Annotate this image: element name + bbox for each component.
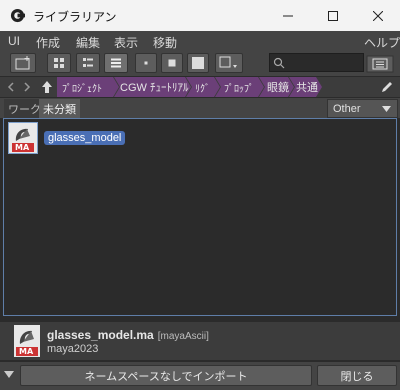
menu-bar: UI 作成 編集 表示 移動 ヘルプ — [0, 31, 400, 51]
title-bar: ライブラリアン — [0, 0, 400, 31]
filter-select-value: Other — [333, 102, 361, 115]
triangle-expand-icon[interactable] — [4, 371, 14, 379]
tab-unclassified[interactable]: 未分類 — [39, 99, 80, 118]
list-item[interactable]: MA glasses_model — [8, 122, 126, 154]
file-name[interactable]: glasses_model — [44, 131, 126, 145]
file-browser: MA glasses_model — [3, 118, 397, 316]
search-icon — [273, 57, 285, 69]
display-options-icon — [219, 56, 237, 68]
minimize-button[interactable] — [265, 0, 310, 31]
minimize-icon — [282, 15, 293, 16]
new-folder-icon — [15, 56, 30, 70]
import-without-namespace-button[interactable]: ネームスペースなしでインポート — [20, 365, 312, 386]
small-square-icon — [144, 61, 148, 65]
file-type-badge: MA — [15, 143, 30, 152]
file-info-bar: MA glasses_model.ma [mayaAscii] maya2023 — [0, 322, 400, 360]
menu-create[interactable]: 作成 — [36, 34, 60, 51]
search-input[interactable] — [269, 53, 364, 72]
view-list-button[interactable] — [104, 53, 128, 73]
view-detail-button[interactable] — [76, 53, 100, 73]
menu-ui[interactable]: UI — [8, 34, 20, 48]
detail-view-icon — [83, 58, 93, 67]
forward-arrow-icon[interactable] — [20, 79, 34, 95]
view-grid-button[interactable] — [47, 53, 71, 73]
info-file-type-badge: MA — [19, 347, 34, 356]
grid-view-icon — [54, 58, 64, 68]
chevron-down-icon — [382, 106, 391, 112]
breadcrumb-item-rig[interactable]: ﾘｸﾞ — [191, 77, 210, 97]
maximize-icon — [327, 10, 338, 21]
window-title: ライブラリアン — [33, 10, 117, 24]
breadcrumb-item-prop[interactable]: ﾌﾟﾛｯﾌﾟ — [220, 77, 254, 97]
info-filetype: [mayaAscii] — [157, 331, 209, 342]
close-icon — [372, 10, 383, 21]
breadcrumb-item-common[interactable]: 共通 — [292, 77, 318, 97]
menu-edit[interactable]: 編集 — [76, 34, 100, 51]
info-maya-file-icon: MA — [14, 325, 40, 357]
back-arrow-icon[interactable] — [4, 79, 18, 95]
up-arrow-icon[interactable] — [40, 79, 54, 95]
bottom-bar: ネームスペースなしでインポート 閉じる — [0, 362, 400, 390]
pencil-icon[interactable] — [380, 80, 394, 94]
close-window-button[interactable] — [355, 0, 400, 31]
app-logo-icon — [10, 8, 25, 23]
panel-toggle-icon[interactable] — [366, 55, 394, 73]
new-folder-button[interactable] — [10, 53, 36, 73]
icon-size-medium-button[interactable] — [161, 53, 183, 73]
info-filename: glasses_model.ma [mayaAscii] — [47, 328, 209, 342]
large-square-icon — [192, 57, 204, 69]
menu-move[interactable]: 移動 — [153, 34, 177, 51]
menu-help[interactable]: ヘルプ — [364, 34, 400, 51]
icon-size-small-button[interactable] — [135, 53, 157, 73]
breadcrumb: ﾌﾟﾛｼﾞｪｸﾄ CGW ﾁｭｰﾄﾘｱﾙ ﾘｸﾞ ﾌﾟﾛｯﾌﾟ 眼鏡 共通 — [0, 77, 400, 97]
menu-view[interactable]: 表示 — [114, 34, 138, 51]
breadcrumb-item-project[interactable]: ﾌﾟﾛｼﾞｪｸﾄ — [58, 77, 102, 97]
info-version: maya2023 — [47, 343, 99, 355]
close-button[interactable]: 閉じる — [317, 365, 397, 386]
info-filename-text: glasses_model.ma — [47, 328, 154, 342]
maximize-button[interactable] — [310, 0, 355, 31]
breadcrumb-item-glasses[interactable]: 眼鏡 — [263, 77, 289, 97]
medium-square-icon — [168, 59, 176, 67]
list-view-icon — [111, 58, 121, 68]
filter-select[interactable]: Other — [327, 99, 398, 118]
display-options-dropdown[interactable] — [215, 53, 243, 73]
maya-file-icon: MA — [8, 122, 38, 154]
breadcrumb-item-cgw[interactable]: CGW ﾁｭｰﾄﾘｱﾙ — [116, 77, 188, 97]
icon-size-large-button[interactable] — [187, 53, 209, 73]
